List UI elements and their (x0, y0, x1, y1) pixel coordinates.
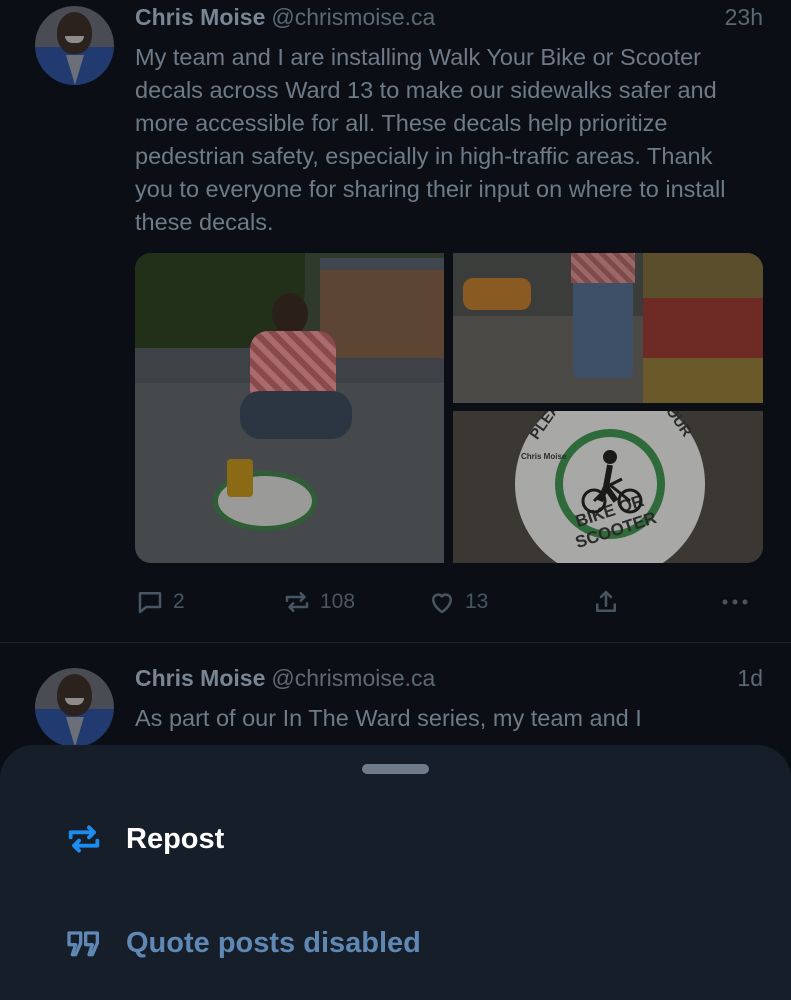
avatar[interactable] (35, 668, 114, 747)
action-bar: 2 108 13 (135, 584, 755, 620)
author-handle[interactable]: @chrismoise.ca (271, 4, 435, 30)
decal: PLEA OUR Chris Moise BIKE OR SCOOTER (515, 411, 705, 563)
post-text: As part of our In The Ward series, my te… (135, 705, 642, 731)
post-meta: Chris Moise @chrismoise.ca 1d (135, 665, 763, 695)
post[interactable]: Chris Moise @chrismoise.ca 23h My team an… (0, 0, 791, 643)
repost-count: 108 (320, 590, 356, 613)
repost-option-label: Repost (126, 822, 225, 855)
avatar-shirt (66, 55, 84, 85)
person-legs (240, 391, 352, 439)
avatar-face (57, 674, 92, 716)
person-shirt (250, 331, 336, 399)
author-name[interactable]: Chris Moise (135, 665, 265, 691)
repost-button[interactable]: 108 (282, 584, 355, 620)
repost-option[interactable]: Repost (64, 819, 224, 859)
quote-posts-option: Quote posts disabled (64, 923, 421, 963)
post-meta: Chris Moise @chrismoise.ca 23h (135, 4, 763, 34)
post-image-installing[interactable] (135, 253, 444, 563)
screen: Chris Moise @chrismoise.ca 23h My team an… (0, 0, 791, 1000)
more-options-button[interactable] (719, 584, 751, 620)
decal-text-left: PLEA (526, 411, 564, 443)
share-icon (596, 590, 616, 612)
post-time: 23h (724, 4, 763, 30)
decal-text-right: OUR (661, 411, 695, 441)
post-text: My team and I are installing Walk Your B… (135, 44, 726, 235)
decal-brand: Chris Moise (521, 452, 567, 461)
post-image-sidewalk[interactable] (453, 253, 763, 403)
quote-posts-label: Quote posts disabled (126, 926, 421, 959)
storefront (643, 253, 763, 403)
author-name[interactable]: Chris Moise (135, 4, 265, 30)
sheet-drag-handle[interactable] (362, 764, 429, 774)
bicycle-icon (581, 450, 643, 514)
avatar[interactable] (35, 6, 114, 85)
share-button[interactable] (591, 584, 621, 620)
person-crouching (230, 293, 352, 463)
image-grid: PLEA OUR Chris Moise BIKE OR SCOOTER (135, 253, 763, 563)
repost-arrows-icon (68, 825, 100, 853)
person-shirt (571, 253, 635, 283)
heart-icon (432, 593, 452, 614)
person-head (272, 293, 308, 335)
ellipsis-icon (722, 599, 748, 605)
speech-bubble-icon (138, 592, 162, 614)
taxi (463, 278, 531, 310)
like-count: 13 (465, 590, 489, 613)
repost-bottom-sheet: Repost Quote posts disabled (0, 745, 791, 1000)
like-button[interactable]: 13 (427, 584, 488, 620)
repost-arrows-icon (285, 592, 309, 612)
reply-button[interactable]: 2 (135, 584, 185, 620)
quote-icon (67, 931, 100, 957)
reply-count: 2 (173, 590, 185, 613)
drill (227, 459, 253, 497)
post-image-decal[interactable]: PLEA OUR Chris Moise BIKE OR SCOOTER (453, 411, 763, 563)
avatar-face (57, 12, 92, 54)
avatar-shirt (66, 717, 84, 747)
post-time: 1d (737, 665, 763, 691)
author-handle[interactable]: @chrismoise.ca (271, 665, 435, 691)
